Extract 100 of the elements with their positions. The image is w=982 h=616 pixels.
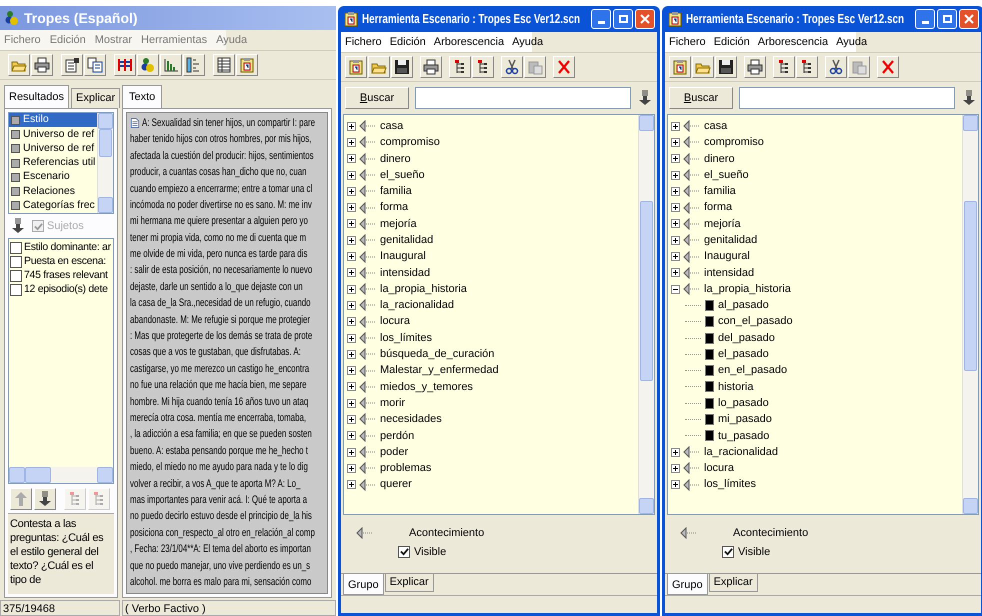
- table-button[interactable]: [213, 54, 235, 76]
- tree-item[interactable]: la_propia_historia: [380, 280, 467, 298]
- copy-button[interactable]: [84, 54, 106, 76]
- columns-button[interactable]: [114, 54, 136, 76]
- tree-item[interactable]: búsqueda_de_curación: [380, 346, 494, 363]
- tree-item[interactable]: Inaugural: [704, 248, 750, 265]
- floppy-disk-button[interactable]: [391, 56, 413, 78]
- tree-button[interactable]: [796, 56, 818, 78]
- menu-item[interactable]: Mostrar: [94, 32, 132, 48]
- list-item[interactable]: Universo de ref: [9, 127, 97, 142]
- tab[interactable]: Texto: [122, 85, 162, 108]
- tree-button[interactable]: [449, 56, 471, 78]
- expand-icon[interactable]: [671, 448, 680, 457]
- tab[interactable]: Explicar: [708, 574, 758, 592]
- tree-item[interactable]: forma: [704, 199, 732, 216]
- menu-item[interactable]: Edición: [390, 34, 426, 50]
- checkbox-label[interactable]: Visible: [722, 544, 981, 560]
- tree-item[interactable]: familia: [380, 183, 412, 200]
- list-item[interactable]: Escenario: [9, 170, 97, 184]
- collapse-icon[interactable]: [671, 284, 680, 294]
- tab[interactable]: Grupo: [667, 574, 708, 595]
- expand-icon[interactable]: [347, 398, 356, 408]
- scrollbar[interactable]: [638, 115, 654, 514]
- tree-item[interactable]: problemas: [380, 460, 432, 477]
- expand-icon[interactable]: [347, 300, 356, 310]
- checkbox[interactable]: [10, 256, 22, 268]
- tree-item[interactable]: forma: [380, 199, 408, 216]
- tree-item[interactable]: intensidad: [704, 264, 754, 282]
- scrollbar[interactable]: [97, 113, 113, 213]
- clipboard-button[interactable]: [669, 56, 691, 78]
- search-field[interactable]: [415, 87, 631, 109]
- menu-item[interactable]: Herramientas: [141, 32, 208, 48]
- menu-item[interactable]: Fichero: [4, 32, 41, 48]
- list-item[interactable]: 12 episodio(s) dete: [24, 282, 108, 298]
- printer-button[interactable]: [420, 56, 442, 78]
- tree-item[interactable]: casa: [704, 118, 728, 134]
- menu-item[interactable]: Edición: [714, 34, 750, 50]
- down-arrow-icon[interactable]: [10, 218, 26, 234]
- tree-item[interactable]: miedos_y_temores: [380, 378, 473, 396]
- tree-item[interactable]: los_límites: [380, 330, 432, 346]
- tree-item[interactable]: intensidad: [380, 264, 430, 282]
- search-button[interactable]: Buscar: [669, 87, 733, 109]
- expand-icon[interactable]: [347, 122, 356, 131]
- minimize-button[interactable]: [591, 9, 611, 29]
- tree-item[interactable]: el_sueño: [704, 166, 749, 184]
- menu-item[interactable]: Ayuda: [512, 34, 544, 50]
- search-button[interactable]: Buscar: [345, 87, 409, 109]
- tree-item[interactable]: el_sueño: [380, 166, 425, 184]
- expand-icon[interactable]: [347, 268, 356, 278]
- expand-icon[interactable]: [347, 317, 356, 326]
- tree-item[interactable]: el_pasado: [718, 346, 769, 363]
- tree-item[interactable]: mejoría: [380, 216, 417, 232]
- menu-item[interactable]: Fichero: [669, 34, 706, 50]
- expand-icon[interactable]: [671, 480, 680, 490]
- tab[interactable]: Grupo: [343, 574, 384, 595]
- close-button[interactable]: [635, 9, 655, 29]
- expand-icon[interactable]: [347, 382, 356, 392]
- delete-button[interactable]: [553, 56, 575, 78]
- menu-item[interactable]: Arborescencia: [758, 34, 828, 50]
- expand-icon[interactable]: [671, 122, 680, 131]
- minimize-button[interactable]: [915, 9, 935, 29]
- expand-icon[interactable]: [347, 464, 356, 473]
- restore-button[interactable]: [937, 9, 957, 29]
- menu-item[interactable]: Arborescencia: [434, 34, 504, 50]
- expand-icon[interactable]: [347, 414, 356, 424]
- expand-icon[interactable]: [671, 186, 680, 196]
- expand-icon[interactable]: [347, 366, 356, 376]
- expand-icon[interactable]: [347, 448, 356, 457]
- expand-icon[interactable]: [347, 350, 356, 359]
- checkbox[interactable]: [10, 284, 22, 296]
- list-item[interactable]: Relaciones: [9, 184, 97, 199]
- tree-item[interactable]: mejoría: [704, 216, 741, 232]
- expand-icon[interactable]: [347, 431, 356, 440]
- checkbox[interactable]: [722, 546, 734, 558]
- tree-item[interactable]: necesidades: [380, 411, 442, 428]
- scissors-button[interactable]: [825, 56, 847, 78]
- list-button[interactable]: [183, 54, 205, 76]
- expand-icon[interactable]: [671, 154, 680, 164]
- printer-button[interactable]: [744, 56, 766, 78]
- tree-item[interactable]: Inaugural: [380, 248, 426, 265]
- expand-icon[interactable]: [347, 170, 356, 180]
- printer-button[interactable]: [31, 54, 53, 76]
- down-arrow-icon[interactable]: [961, 90, 977, 106]
- tree-item[interactable]: la_racionalidad: [380, 297, 454, 314]
- delete-button[interactable]: [877, 56, 899, 78]
- expand-icon[interactable]: [347, 284, 356, 294]
- tab[interactable]: Explicar: [384, 574, 434, 592]
- expand-icon[interactable]: [671, 203, 680, 212]
- tree-button[interactable]: [773, 56, 795, 78]
- tree-item[interactable]: dinero: [380, 150, 411, 167]
- list-item[interactable]: Puesta en escena:: [24, 254, 106, 270]
- checkbox[interactable]: [10, 270, 22, 282]
- list-item[interactable]: Estilo dominante: ar: [24, 240, 111, 256]
- expand-icon[interactable]: [671, 138, 680, 147]
- tree-item[interactable]: la_propia_historia: [704, 280, 791, 298]
- tree-item[interactable]: compromiso: [704, 134, 764, 151]
- expand-icon[interactable]: [671, 464, 680, 473]
- tree-item[interactable]: compromiso: [380, 134, 440, 151]
- expand-icon[interactable]: [347, 154, 356, 164]
- scissors-button[interactable]: [501, 56, 523, 78]
